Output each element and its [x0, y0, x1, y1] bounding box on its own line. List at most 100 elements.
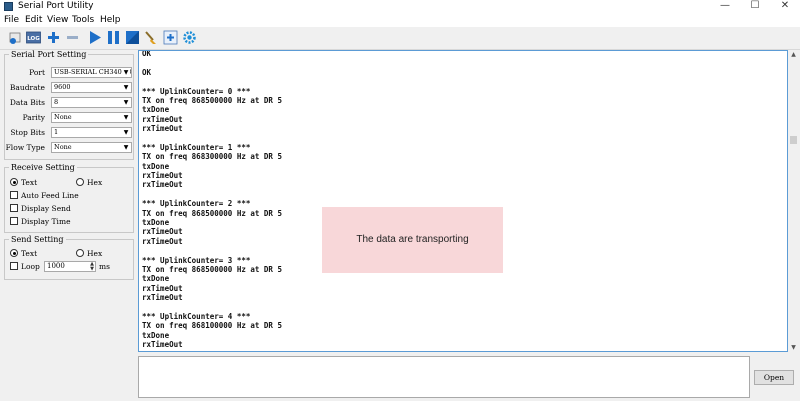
display-send-checkbox[interactable]: Display Send — [10, 204, 71, 214]
output-line: rxTimeOut — [142, 227, 183, 237]
parity-label: Parity — [22, 113, 45, 122]
output-line: *** UplinkCounter= 1 *** — [142, 142, 251, 152]
chevron-down-icon: ▼ — [122, 84, 130, 91]
output-line: rxTimeOut — [142, 124, 183, 134]
scroll-down-icon[interactable]: ▼ — [788, 344, 799, 351]
menu-file[interactable]: File — [4, 13, 19, 27]
transport-status-overlay: The data are transporting — [322, 207, 503, 273]
send-input[interactable] — [138, 356, 750, 398]
loop-interval-value: 1000 — [47, 262, 65, 270]
baudrate-select[interactable]: 9600 ▼ — [51, 82, 132, 93]
output-line: TX on freq 868100000 Hz at DR 5 — [142, 321, 282, 331]
output-line: txDone — [142, 274, 170, 284]
output-line: txDone — [142, 105, 170, 115]
pause-icon[interactable] — [106, 30, 121, 45]
spinner-arrows-icon[interactable]: ▲ ▼ — [90, 262, 94, 272]
output-line: *** UplinkCounter= 2 *** — [142, 199, 251, 209]
play-icon[interactable] — [87, 30, 102, 45]
output-line: rxTimeOut — [142, 236, 183, 246]
receive-setting-title: Receive Setting — [11, 163, 75, 172]
send-text-radio[interactable]: Text — [10, 249, 37, 259]
scroll-up-icon[interactable]: ▲ — [788, 51, 799, 58]
stop-bits-row: Stop Bits 1 ▼ — [8, 127, 132, 138]
open-file-icon[interactable] — [8, 30, 23, 45]
data-bits-label: Data Bits — [9, 98, 45, 107]
data-bits-row: Data Bits 8 ▼ — [8, 97, 132, 108]
output-lines: OK OK *** UplinkCounter= 0 *** TX on freq 8… — [142, 50, 282, 350]
port-row: Port USB-SERIAL CH340(COM▼ — [8, 67, 132, 78]
add-window-icon[interactable] — [163, 30, 178, 45]
checkbox-icon — [10, 191, 18, 199]
add-icon[interactable] — [46, 30, 61, 45]
receive-output[interactable]: OK OK *** UplinkCounter= 0 *** TX on freq 8… — [138, 50, 788, 352]
data-bits-select[interactable]: 8 ▼ — [51, 97, 132, 108]
radio-checked-icon — [10, 249, 18, 257]
auto-feed-line-checkbox[interactable]: Auto Feed Line — [10, 191, 79, 201]
display-time-checkbox[interactable]: Display Time — [10, 217, 71, 227]
receive-hex-radio[interactable]: Hex — [76, 178, 102, 188]
checkbox-icon — [10, 262, 18, 270]
toolbar: LOG — [0, 27, 800, 50]
menu-tools[interactable]: Tools — [72, 13, 94, 27]
output-line: OK — [142, 50, 152, 58]
clear-brush-icon[interactable] — [143, 30, 158, 45]
minimize-button[interactable]: — — [710, 0, 740, 13]
output-line: rxTimeOut — [142, 180, 183, 190]
maximize-button[interactable]: ☐ — [740, 0, 770, 13]
output-line: OK — [142, 67, 152, 77]
parity-row: Parity None ▼ — [8, 112, 132, 123]
flow-type-select[interactable]: None ▼ — [51, 142, 132, 153]
loop-interval-spinner[interactable]: 1000 ▲ ▼ — [44, 261, 96, 272]
send-hex-radio[interactable]: Hex — [76, 249, 102, 259]
loop-checkbox[interactable]: Loop — [10, 262, 40, 272]
output-line: rxTimeOut — [142, 283, 183, 293]
interval-unit: ms — [99, 262, 110, 271]
flow-type-row: Flow Type None ▼ — [5, 142, 132, 153]
app-icon — [4, 2, 13, 11]
menu-help[interactable]: Help — [100, 13, 121, 27]
output-line: *** UplinkCounter= 4 *** — [142, 311, 251, 321]
chevron-down-icon: ▼ — [122, 99, 130, 106]
title-bar: Serial Port Utility — ☐ ✕ — [0, 0, 800, 13]
port-select[interactable]: USB-SERIAL CH340(COM▼ — [51, 67, 132, 78]
radio-unchecked-icon — [76, 178, 84, 186]
transport-status-text: The data are transporting — [356, 234, 469, 245]
scrollbar-thumb[interactable] — [790, 136, 797, 144]
receive-text-radio[interactable]: Text — [10, 178, 37, 188]
menu-edit[interactable]: Edit — [25, 13, 42, 27]
window-title: Serial Port Utility — [18, 1, 94, 11]
stop-bits-select[interactable]: 1 ▼ — [51, 127, 132, 138]
output-line: txDone — [142, 330, 170, 340]
send-setting-title: Send Setting — [11, 235, 64, 244]
menu-view[interactable]: View — [47, 13, 68, 27]
output-scrollbar[interactable]: ▲ ▼ — [788, 50, 799, 352]
save-icon[interactable] — [125, 30, 140, 45]
settings-gear-icon[interactable] — [182, 30, 197, 45]
stop-bits-label: Stop Bits — [10, 128, 45, 137]
output-line: rxTimeOut — [142, 114, 183, 124]
menu-bar: File Edit View Tools Help — [0, 13, 800, 27]
output-line: TX on freq 868500000 Hz at DR 5 — [142, 95, 282, 105]
log-icon[interactable]: LOG — [26, 30, 41, 45]
parity-select[interactable]: None ▼ — [51, 112, 132, 123]
output-line: rxTimeOut — [142, 171, 183, 181]
settings-panel: Serial Port Setting Port USB-SERIAL CH34… — [4, 50, 134, 390]
baudrate-label: Baudrate — [9, 83, 45, 92]
chevron-down-icon: ▼ — [122, 144, 130, 151]
output-line: *** UplinkCounter= 0 *** — [142, 86, 251, 96]
output-line: TX on freq 868500000 Hz at DR 5 — [142, 264, 282, 274]
output-line: txDone — [142, 218, 170, 228]
checkbox-icon — [10, 217, 18, 225]
checkbox-icon — [10, 204, 18, 212]
radio-unchecked-icon — [76, 249, 84, 257]
close-button[interactable]: ✕ — [770, 0, 800, 13]
chevron-down-icon: ▼ — [122, 129, 130, 136]
flow-type-label: Flow Type — [5, 143, 45, 152]
open-button[interactable]: Open — [754, 370, 794, 385]
baudrate-row: Baudrate 9600 ▼ — [8, 82, 132, 93]
remove-icon[interactable] — [65, 30, 80, 45]
